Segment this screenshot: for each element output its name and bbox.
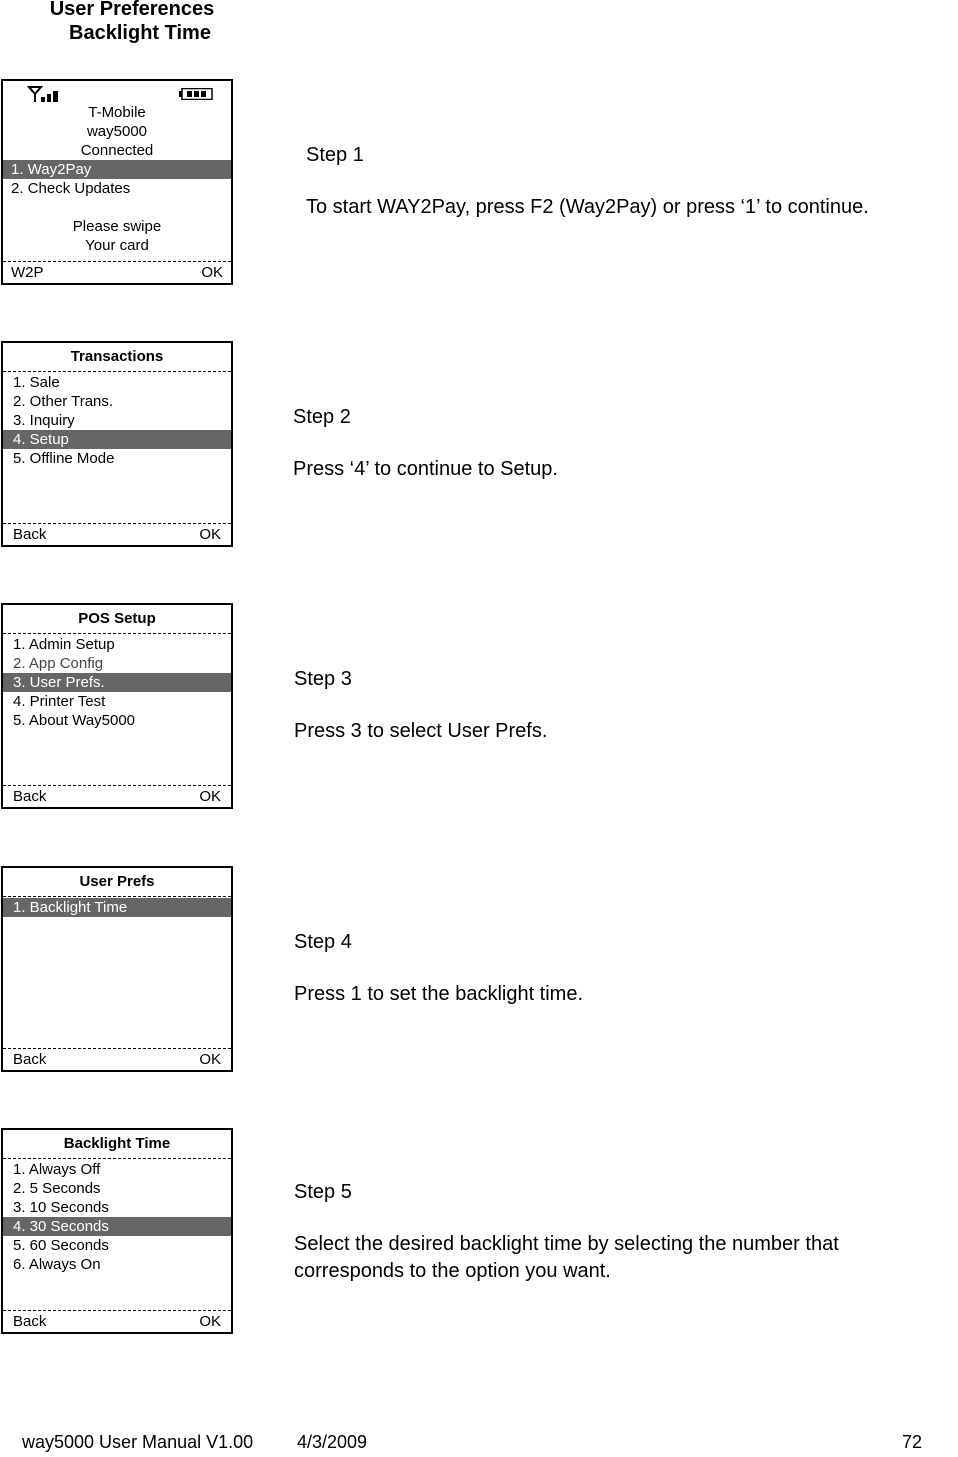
screen-transactions: Transactions 1. Sale 2. Other Trans. 3. … <box>1 341 233 547</box>
softkey-ok[interactable]: OK <box>199 1049 221 1070</box>
screen-backlight-time: Backlight Time 1. Always Off 2. 5 Second… <box>1 1128 233 1334</box>
manual-title: way5000 User Manual V1.00 <box>22 1432 254 1452</box>
menu-item-other-trans[interactable]: 2. Other Trans. <box>3 392 231 411</box>
softkey-back[interactable]: Back <box>13 786 46 807</box>
softkey-ok[interactable]: OK <box>201 262 223 283</box>
step-5: Step 5 Select the desired backlight time… <box>294 1179 934 1285</box>
softkey-bar: Back OK <box>3 523 231 545</box>
carrier-name: T-Mobile <box>88 104 146 121</box>
menu-item-inquiry[interactable]: 3. Inquiry <box>3 411 231 430</box>
step-1: Step 1 To start WAY2Pay, press F2 (Way2P… <box>306 142 958 221</box>
step-label: Step 4 <box>294 931 352 953</box>
menu-item-admin-setup[interactable]: 1. Admin Setup <box>3 635 231 654</box>
menu-list: 1. Backlight Time <box>3 898 231 917</box>
screen-title: POS Setup <box>3 605 231 634</box>
menu-item-always-off[interactable]: 1. Always Off <box>3 1160 231 1179</box>
swipe-prompt-line1: Please swipe <box>72 218 162 235</box>
softkey-ok[interactable]: OK <box>199 1311 221 1332</box>
signal-icon <box>27 86 58 102</box>
menu-item-setup[interactable]: 4. Setup <box>3 430 231 449</box>
menu-list: 1. Admin Setup 2. App Config 3. User Pre… <box>3 635 231 730</box>
step-4: Step 4 Press 1 to set the backlight time… <box>294 929 934 1008</box>
screen-title: Transactions <box>3 343 231 372</box>
step-label: Step 2 <box>293 406 351 428</box>
step-text: Select the desired backlight time by sel… <box>294 1233 839 1282</box>
page-title-line2: Backlight Time <box>69 22 211 44</box>
screen-title: User Prefs <box>3 868 231 897</box>
softkey-back[interactable]: Back <box>13 1311 46 1332</box>
screen-title: Backlight Time <box>3 1130 231 1159</box>
step-text: To start WAY2Pay, press F2 (Way2Pay) or … <box>306 196 869 218</box>
softkey-ok[interactable]: OK <box>199 786 221 807</box>
device-name: way5000 <box>86 123 148 140</box>
page-footer: way5000 User Manual V1.00 4/3/2009 72 <box>22 1432 922 1453</box>
softkey-bar: Back OK <box>3 785 231 807</box>
menu-item-10-seconds[interactable]: 3. 10 Seconds <box>3 1198 231 1217</box>
menu-item-30-seconds[interactable]: 4. 30 Seconds <box>3 1217 231 1236</box>
softkey-bar: Back OK <box>3 1048 231 1070</box>
menu-item-5-seconds[interactable]: 2. 5 Seconds <box>3 1179 231 1198</box>
menu-list: 1. Sale 2. Other Trans. 3. Inquiry 4. Se… <box>3 373 231 468</box>
step-label: Step 5 <box>294 1181 352 1203</box>
screen-user-prefs: User Prefs 1. Backlight Time Back OK <box>1 866 233 1072</box>
step-text: Press ‘4’ to continue to Setup. <box>293 458 558 480</box>
menu-item-60-seconds[interactable]: 5. 60 Seconds <box>3 1236 231 1255</box>
manual-date: 4/3/2009 <box>297 1432 368 1452</box>
step-2: Step 2 Press ‘4’ to continue to Setup. <box>293 404 933 483</box>
page-number: 72 <box>901 1432 922 1452</box>
battery-icon <box>179 88 213 100</box>
menu-item-always-on[interactable]: 6. Always On <box>3 1255 231 1274</box>
page-title: User Preferences Backlight Time <box>20 0 260 45</box>
softkey-w2p[interactable]: W2P <box>11 262 44 283</box>
step-text: Press 3 to select User Prefs. <box>294 720 548 742</box>
softkey-bar: W2P OK <box>3 261 231 283</box>
menu-item-user-prefs[interactable]: 3. User Prefs. <box>3 673 231 692</box>
step-label: Step 3 <box>294 668 352 690</box>
swipe-prompt-line2: Your card <box>85 237 149 254</box>
connection-status: Connected <box>80 142 154 159</box>
screen-pos-setup: POS Setup 1. Admin Setup 2. App Config 3… <box>1 603 233 809</box>
page-title-line1: User Preferences <box>49 0 215 20</box>
menu-item-app-config[interactable]: 2. App Config <box>3 654 231 673</box>
softkey-back[interactable]: Back <box>13 524 46 545</box>
menu-item-printer-test[interactable]: 4. Printer Test <box>3 692 231 711</box>
menu-item-check-updates[interactable]: 2. Check Updates <box>3 179 231 198</box>
menu-item-way2pay[interactable]: 1. Way2Pay <box>3 160 231 179</box>
softkey-bar: Back OK <box>3 1310 231 1332</box>
menu-item-backlight-time[interactable]: 1. Backlight Time <box>3 898 231 917</box>
menu-list: 1. Always Off 2. 5 Seconds 3. 10 Seconds… <box>3 1160 231 1274</box>
status-bar <box>3 81 231 103</box>
softkey-ok[interactable]: OK <box>199 524 221 545</box>
menu-item-sale[interactable]: 1. Sale <box>3 373 231 392</box>
menu-item-about[interactable]: 5. About Way5000 <box>3 711 231 730</box>
step-3: Step 3 Press 3 to select User Prefs. <box>294 666 934 745</box>
step-text: Press 1 to set the backlight time. <box>294 983 584 1005</box>
step-label: Step 1 <box>306 144 364 166</box>
softkey-back[interactable]: Back <box>13 1049 46 1070</box>
screen-home: T-Mobile way5000 Connected 1. Way2Pay 2.… <box>1 79 233 285</box>
menu-item-offline-mode[interactable]: 5. Offline Mode <box>3 449 231 468</box>
